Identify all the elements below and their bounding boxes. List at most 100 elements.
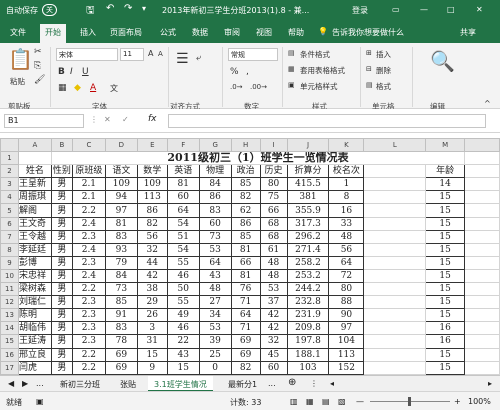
- data-cell[interactable]: [363, 282, 427, 297]
- data-cell[interactable]: 45: [259, 347, 288, 362]
- data-cell[interactable]: 32: [259, 334, 288, 349]
- close-icon[interactable]: ✕: [476, 5, 483, 14]
- borders-icon[interactable]: ▦: [58, 83, 67, 93]
- page-break-view-icon[interactable]: ▧: [338, 397, 346, 406]
- data-cell[interactable]: 83: [104, 321, 138, 336]
- column-label-cell[interactable]: 校名次: [328, 164, 365, 179]
- data-cell[interactable]: 男: [50, 190, 73, 205]
- data-cell[interactable]: 42: [136, 268, 168, 284]
- zoom-level[interactable]: 100%: [468, 397, 491, 406]
- column-header[interactable]: L: [363, 137, 427, 153]
- next-sheet-icon[interactable]: ▶: [22, 379, 28, 388]
- cell[interactable]: [464, 242, 500, 257]
- column-header[interactable]: D: [104, 137, 138, 153]
- data-cell[interactable]: [363, 255, 427, 270]
- font-name-select[interactable]: 宋体: [56, 48, 118, 61]
- data-cell[interactable]: 男: [50, 255, 73, 270]
- column-label-cell[interactable]: 年龄: [425, 164, 466, 179]
- data-cell[interactable]: 90: [328, 308, 365, 323]
- format-painter-icon[interactable]: 🖌: [34, 75, 45, 85]
- data-cell[interactable]: 王文奇: [17, 216, 52, 231]
- row-header[interactable]: 15: [0, 334, 19, 349]
- cell[interactable]: [464, 229, 500, 244]
- data-cell[interactable]: 56: [328, 242, 365, 257]
- data-cell[interactable]: 15: [425, 229, 466, 244]
- font-color-button[interactable]: A: [90, 83, 96, 93]
- data-cell[interactable]: 15: [425, 360, 466, 375]
- data-cell[interactable]: 39: [198, 334, 232, 349]
- row-header[interactable]: 10: [0, 268, 19, 284]
- tab-review[interactable]: 审阅: [224, 27, 240, 38]
- data-cell[interactable]: 55: [166, 295, 200, 310]
- data-cell[interactable]: 15: [425, 242, 466, 257]
- data-cell[interactable]: 22: [166, 334, 200, 349]
- data-cell[interactable]: 陈明: [17, 308, 52, 323]
- decrease-decimal-icon[interactable]: .00→: [250, 83, 267, 91]
- data-cell[interactable]: 周振琪: [17, 190, 52, 205]
- data-cell[interactable]: 109: [104, 177, 138, 192]
- grow-font-icon[interactable]: A: [148, 49, 153, 58]
- data-cell[interactable]: 16: [425, 321, 466, 336]
- data-cell[interactable]: 80: [259, 177, 288, 192]
- data-cell[interactable]: 男: [50, 177, 73, 192]
- data-cell[interactable]: 69: [104, 360, 138, 375]
- data-cell[interactable]: 25: [198, 347, 232, 362]
- data-cell[interactable]: 81: [166, 177, 200, 192]
- data-cell[interactable]: [363, 190, 427, 205]
- data-cell[interactable]: 64: [328, 255, 365, 270]
- data-cell[interactable]: 232.8: [286, 295, 330, 310]
- data-cell[interactable]: 85: [104, 295, 138, 310]
- data-cell[interactable]: 2.3: [71, 229, 106, 244]
- data-cell[interactable]: 2.1: [71, 190, 106, 205]
- data-cell[interactable]: 男: [50, 242, 73, 257]
- data-cell[interactable]: 231.9: [286, 308, 330, 323]
- data-cell[interactable]: 李延廷: [17, 242, 52, 257]
- tab-home[interactable]: 开始: [40, 24, 66, 43]
- data-cell[interactable]: 15: [425, 203, 466, 218]
- tab-page-layout[interactable]: 页面布局: [110, 27, 142, 38]
- share-button[interactable]: 共享: [460, 27, 476, 38]
- display-settings-icon[interactable]: ▥: [290, 397, 298, 406]
- delete-cells-button[interactable]: 删除: [376, 65, 391, 76]
- data-cell[interactable]: 78: [104, 334, 138, 349]
- column-label-cell[interactable]: 姓名: [17, 164, 52, 179]
- data-cell[interactable]: 113: [136, 190, 168, 205]
- row-header[interactable]: 12: [0, 295, 19, 310]
- data-cell[interactable]: 2.3: [71, 321, 106, 336]
- cell[interactable]: [464, 216, 500, 231]
- tab-insert[interactable]: 插入: [80, 27, 96, 38]
- shrink-font-icon[interactable]: A: [158, 50, 163, 58]
- tab-formulas[interactable]: 公式: [160, 27, 176, 38]
- data-cell[interactable]: 2.2: [71, 203, 106, 218]
- cell[interactable]: [464, 255, 500, 270]
- formula-input[interactable]: [168, 114, 486, 128]
- data-cell[interactable]: 152: [328, 360, 365, 375]
- cell[interactable]: [464, 164, 500, 179]
- data-cell[interactable]: 15: [425, 216, 466, 231]
- data-cell[interactable]: 50: [166, 282, 200, 297]
- cell-styles-button[interactable]: 单元格样式: [300, 81, 338, 92]
- sheet-tab[interactable]: 最新分1: [228, 379, 257, 390]
- data-cell[interactable]: 42: [259, 321, 288, 336]
- column-label-cell[interactable]: 性别: [50, 164, 73, 179]
- data-cell[interactable]: 男: [50, 229, 73, 244]
- data-cell[interactable]: 2.4: [71, 216, 106, 231]
- data-cell[interactable]: 16: [425, 334, 466, 349]
- data-cell[interactable]: 王令越: [17, 229, 52, 244]
- cut-icon[interactable]: ✂: [34, 47, 42, 57]
- cell[interactable]: [464, 151, 500, 166]
- data-cell[interactable]: 61: [259, 242, 288, 257]
- data-cell[interactable]: 54: [166, 242, 200, 257]
- data-cell[interactable]: 64: [230, 308, 261, 323]
- data-cell[interactable]: 103: [286, 360, 330, 375]
- data-cell[interactable]: 197.8: [286, 334, 330, 349]
- data-cell[interactable]: 355.9: [286, 203, 330, 218]
- data-cell[interactable]: 69: [230, 347, 261, 362]
- column-header[interactable]: C: [71, 137, 106, 153]
- column-header[interactable]: A: [17, 137, 52, 153]
- data-cell[interactable]: 男: [50, 203, 73, 218]
- find-icon[interactable]: 🔍: [430, 49, 455, 73]
- number-format-select[interactable]: 常规: [228, 48, 278, 61]
- row-header[interactable]: 8: [0, 242, 19, 257]
- data-cell[interactable]: 97: [104, 203, 138, 218]
